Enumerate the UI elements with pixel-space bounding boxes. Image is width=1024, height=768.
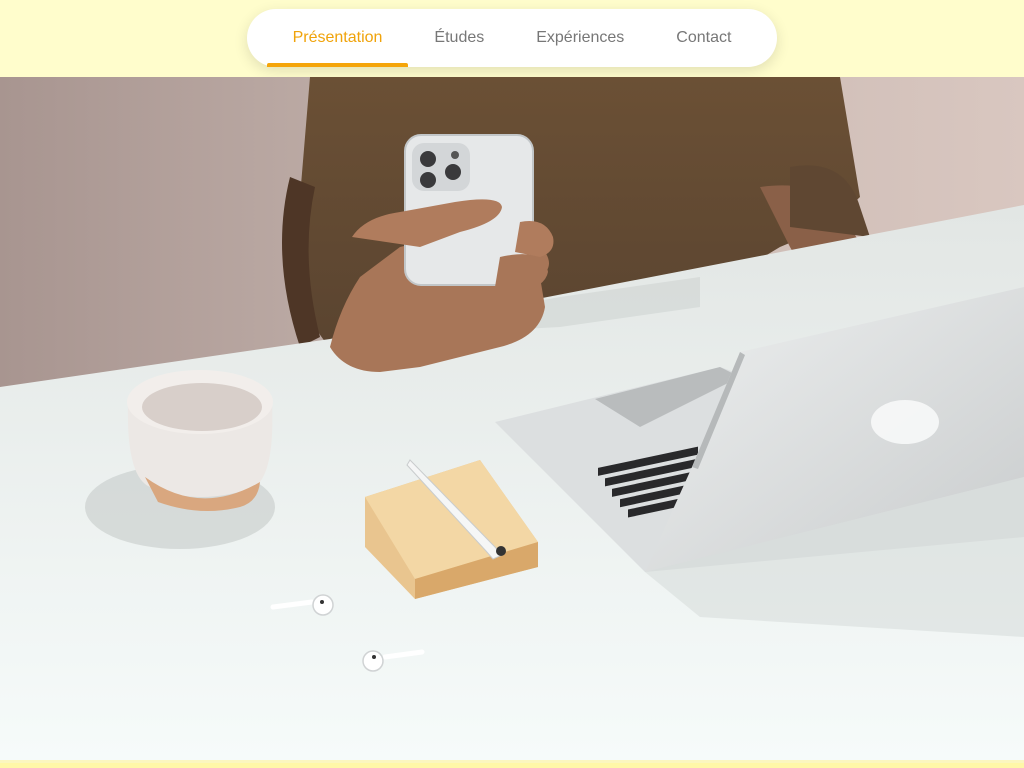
footer-edge-highlight <box>0 763 1024 768</box>
nav-item-experiences[interactable]: Expériences <box>510 9 650 67</box>
main-nav: Présentation Études Expériences Contact <box>247 9 777 67</box>
hero-photo-illustration <box>0 77 1024 760</box>
nav-item-label: Expériences <box>536 29 625 46</box>
active-indicator <box>266 63 409 67</box>
nav-item-contact[interactable]: Contact <box>650 9 757 67</box>
footer-edge <box>0 760 1024 768</box>
site-header: Présentation Études Expériences Contact <box>0 0 1024 77</box>
nav-item-label: Présentation <box>292 29 383 46</box>
nav-item-etudes[interactable]: Études <box>408 9 510 67</box>
nav-item-presentation[interactable]: Présentation <box>266 9 409 67</box>
nav-item-label: Études <box>434 29 485 46</box>
nav-item-label: Contact <box>676 29 732 46</box>
hero-image <box>0 77 1024 760</box>
